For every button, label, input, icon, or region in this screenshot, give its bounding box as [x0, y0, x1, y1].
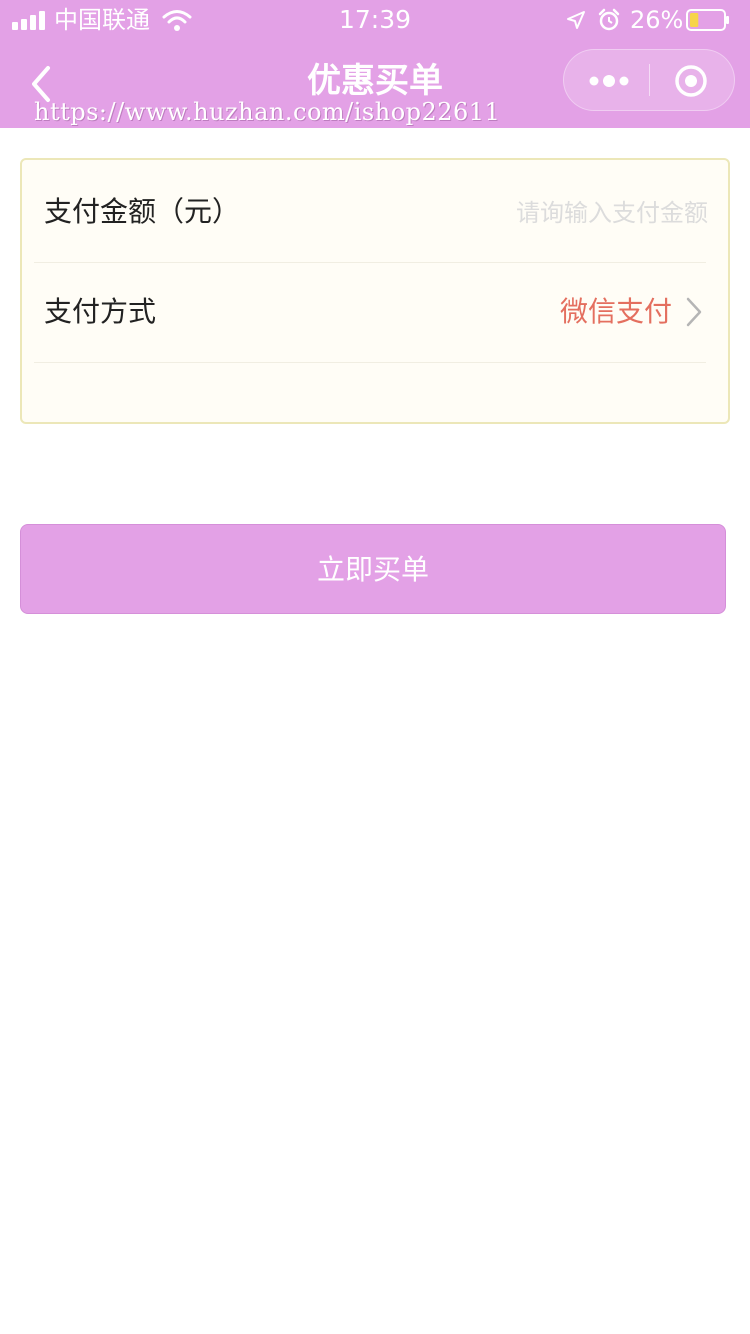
close-miniprogram-button[interactable] [650, 50, 734, 110]
amount-row: 支付金额（元） [34, 162, 710, 263]
more-dots-icon [589, 75, 629, 87]
amount-label: 支付金额（元） [44, 195, 241, 228]
battery-icon [686, 9, 729, 31]
miniprogram-capsule [563, 49, 735, 111]
payment-method-label: 支付方式 [44, 295, 157, 328]
status-bar: 中国联通 17:39 26% [0, 0, 750, 40]
location-icon [567, 11, 585, 29]
amount-input[interactable] [326, 190, 710, 236]
more-button[interactable] [564, 50, 650, 110]
payment-method-value: 微信支付 [559, 295, 672, 328]
payment-method-row[interactable]: 支付方式 微信支付 [34, 262, 706, 363]
watermark-url: https://www.huzhan.com/ishop22611 [34, 98, 501, 126]
alarm-icon [598, 8, 620, 31]
payment-form-card: 支付金额（元） 支付方式 微信支付 [20, 158, 730, 424]
submit-payment-button[interactable]: 立即买单 [20, 524, 726, 614]
battery-percentage: 26% [630, 6, 684, 34]
chevron-right-icon [686, 297, 702, 327]
header: 中国联通 17:39 26% 优惠买单 https://www.huzhan.c… [0, 0, 750, 128]
target-circle-icon [675, 65, 707, 97]
